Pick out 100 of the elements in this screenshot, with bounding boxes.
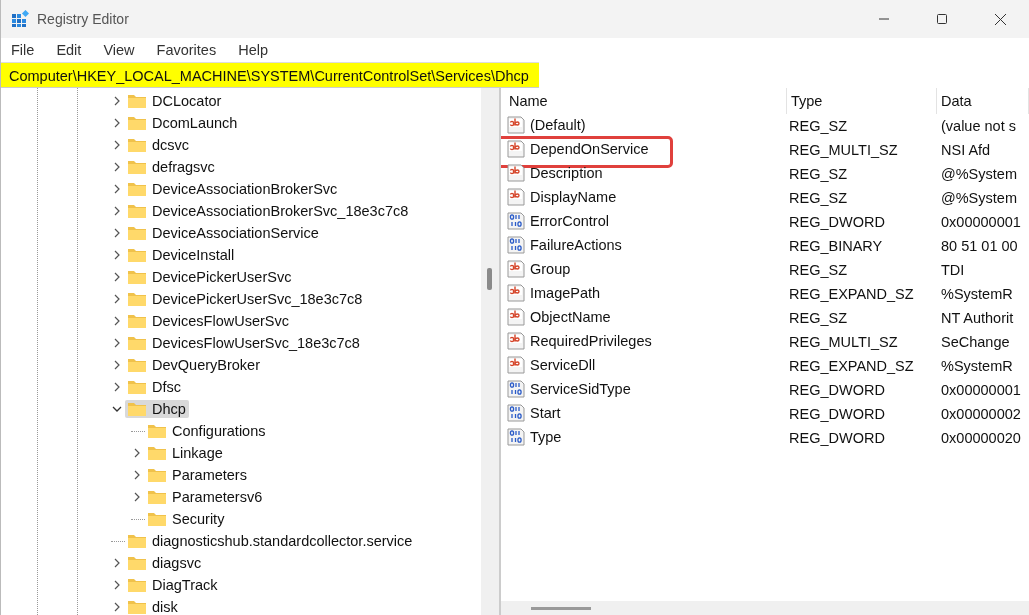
folder-icon: [127, 401, 147, 417]
value-name[interactable]: ErrorControl: [507, 211, 609, 230]
table-cell-text: 0x00000001: [940, 214, 1022, 230]
tree-item[interactable]: defragsvc: [125, 158, 218, 176]
string-value-icon: [507, 307, 525, 326]
tree-item[interactable]: DevQueryBroker: [125, 356, 263, 374]
value-name[interactable]: Type: [507, 427, 562, 446]
tree-item[interactable]: DeviceAssociationService: [125, 224, 322, 242]
tree-item[interactable]: DevicesFlowUserSvc: [125, 312, 292, 330]
folder-icon: [127, 357, 147, 373]
tree-item[interactable]: DevicesFlowUserSvc_18e3c7c8: [125, 334, 363, 352]
table-cell-text: REG_DWORD: [788, 406, 886, 422]
window-title: Registry Editor: [37, 11, 129, 27]
table-cell-text: REG_DWORD: [788, 214, 886, 230]
close-icon: [994, 13, 1006, 25]
tree-item[interactable]: disk: [125, 598, 181, 615]
tree-item[interactable]: Security: [145, 510, 228, 528]
value-name[interactable]: RequiredPrivileges: [507, 331, 652, 350]
folder-icon: [127, 115, 147, 131]
tree-item[interactable]: DiagTrack: [125, 576, 221, 594]
menu-item[interactable]: Edit: [56, 42, 104, 58]
table-cell-text: TDI: [940, 262, 966, 278]
table-cell-text: REG_SZ: [788, 166, 848, 182]
folder-icon: [127, 225, 147, 241]
tree-item[interactable]: Dhcp: [125, 400, 189, 418]
folder-icon: [127, 577, 147, 593]
table-cell-text: NT Authorit: [940, 310, 1015, 326]
table-cell-text: SeChange: [940, 334, 1011, 350]
table-cell-text: REG_EXPAND_SZ: [788, 286, 915, 302]
value-name[interactable]: Description: [507, 163, 603, 182]
table-cell-text: REG_BINARY: [788, 238, 884, 254]
binary-value-icon: [507, 379, 525, 398]
value-name[interactable]: Start: [507, 403, 561, 422]
tree-item[interactable]: DeviceAssociationBrokerSvc_18e3c7c8: [125, 202, 412, 220]
string-value-icon: [507, 163, 525, 182]
folder-icon: [127, 599, 147, 615]
table-cell-text: %SystemR: [940, 286, 1014, 302]
table-cell-text: REG_SZ: [788, 190, 848, 206]
folder-icon: [127, 291, 147, 307]
folder-icon: [127, 269, 147, 285]
tree-item[interactable]: Parameters: [145, 466, 250, 484]
table-cell-text: REG_MULTI_SZ: [788, 334, 899, 350]
scrollbar-thumb[interactable]: [487, 268, 492, 290]
tree-item[interactable]: Configurations: [145, 422, 269, 440]
value-name[interactable]: ServiceDll: [507, 355, 596, 374]
string-value-icon: [507, 139, 525, 158]
folder-icon: [127, 379, 147, 395]
tree-item[interactable]: Linkage: [145, 444, 226, 462]
value-name[interactable]: DisplayName: [507, 187, 617, 206]
tree-item[interactable]: DeviceInstall: [125, 246, 238, 264]
binary-value-icon: [507, 427, 525, 446]
string-value-icon: [507, 355, 525, 374]
folder-icon: [147, 489, 167, 505]
string-value-icon: [507, 283, 525, 302]
menu-item[interactable]: Favorites: [156, 42, 239, 58]
tree-item[interactable]: Parametersv6: [145, 488, 266, 506]
table-cell-text: REG_SZ: [788, 118, 848, 134]
value-name[interactable]: FailureActions: [507, 235, 622, 254]
column-header[interactable]: Name: [507, 88, 787, 114]
tree-item[interactable]: Dfsc: [125, 378, 184, 396]
table-cell-text: NSI Afd: [940, 142, 992, 158]
value-name[interactable]: DependOnService: [507, 139, 649, 158]
folder-icon: [127, 533, 147, 549]
table-cell-text: REG_DWORD: [788, 382, 886, 398]
table-cell-text: REG_MULTI_SZ: [788, 142, 899, 158]
folder-icon: [127, 181, 147, 197]
value-name[interactable]: ServiceSidType: [507, 379, 631, 398]
tree-item[interactable]: diagnosticshub.standardcollector.service: [125, 532, 416, 550]
tree-item[interactable]: DeviceAssociationBrokerSvc: [125, 180, 341, 198]
table-cell-text: 80 51 01 00: [940, 238, 1019, 254]
scrollbar-thumb[interactable]: [531, 607, 591, 610]
menu-item[interactable]: File: [11, 42, 57, 58]
tree-item[interactable]: DevicePickerUserSvc_18e3c7c8: [125, 290, 366, 308]
column-header[interactable]: Type: [787, 88, 937, 114]
table-cell-text: REG_SZ: [788, 310, 848, 326]
folder-icon: [147, 445, 167, 461]
table-cell-text: %SystemR: [940, 358, 1014, 374]
table-cell-text: REG_SZ: [788, 262, 848, 278]
column-header[interactable]: Data: [937, 88, 1029, 114]
tree-item[interactable]: diagsvc: [125, 554, 205, 572]
table-cell-text: (value not s: [940, 118, 1017, 134]
value-name[interactable]: (Default): [507, 115, 586, 134]
folder-icon: [127, 137, 147, 153]
maximize-icon: [937, 14, 947, 24]
folder-icon: [147, 423, 167, 439]
string-value-icon: [507, 259, 525, 278]
value-name[interactable]: Group: [507, 259, 571, 278]
folder-icon: [147, 467, 167, 483]
menu-item[interactable]: View: [103, 42, 157, 58]
tree-item[interactable]: DcomLaunch: [125, 114, 241, 132]
value-name[interactable]: ObjectName: [507, 307, 611, 326]
value-name[interactable]: ImagePath: [507, 283, 601, 302]
tree-item[interactable]: DevicePickerUserSvc: [125, 268, 295, 286]
folder-icon: [147, 511, 167, 527]
menu-item[interactable]: Help: [238, 42, 290, 58]
address-bar[interactable]: Computer\HKEY_LOCAL_MACHINE\SYSTEM\CurrentControlSet\Services\Dhcp: [1, 62, 539, 88]
tree-item[interactable]: dcsvc: [125, 136, 193, 154]
folder-icon: [127, 555, 147, 571]
tree-item[interactable]: DCLocator: [125, 92, 225, 110]
folder-icon: [127, 93, 147, 109]
